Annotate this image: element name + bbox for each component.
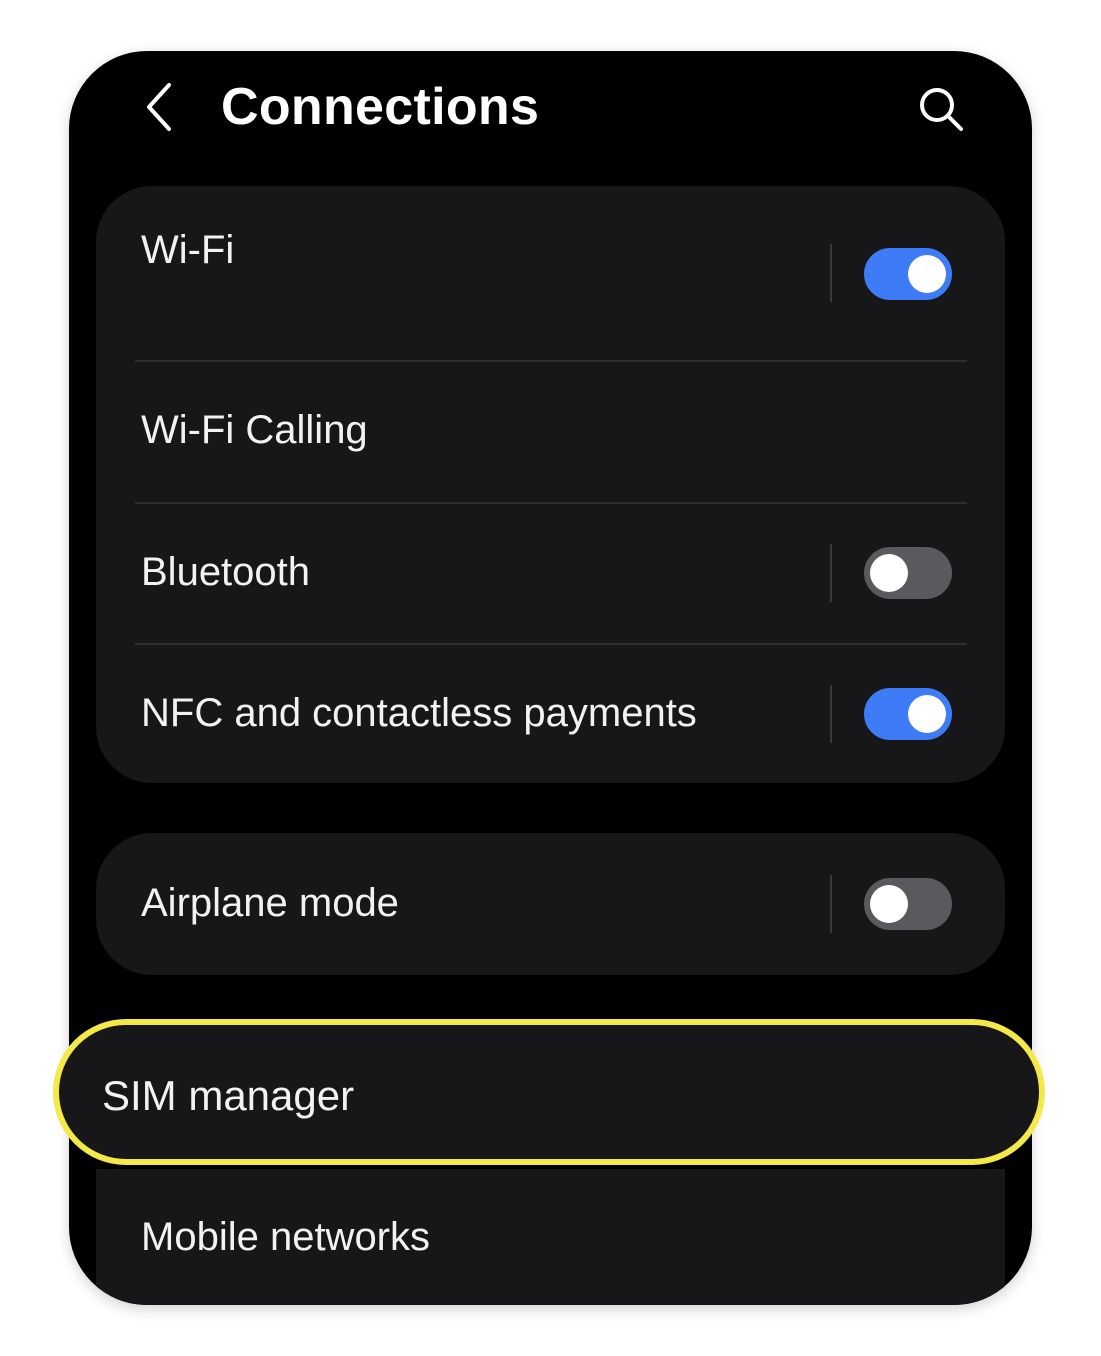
- search-button[interactable]: [911, 79, 971, 139]
- connections-group-primary: Wi-Fi Wi-Fi Calling Bluetooth NFC and co…: [96, 186, 1005, 783]
- back-button[interactable]: [131, 79, 187, 135]
- settings-item-nfc[interactable]: NFC and contactless payments: [96, 645, 1005, 783]
- wifi-toggle[interactable]: [864, 248, 952, 300]
- divider: [830, 544, 832, 602]
- settings-item-airplane-mode[interactable]: Airplane mode: [96, 833, 1005, 975]
- chevron-left-icon: [147, 83, 171, 131]
- page-title: Connections: [221, 78, 540, 136]
- nfc-toggle[interactable]: [864, 688, 952, 740]
- settings-item-label: Bluetooth: [141, 550, 311, 594]
- toggle-knob: [870, 885, 908, 923]
- toggle-knob: [870, 554, 908, 592]
- settings-item-sim-manager[interactable]: SIM manager: [53, 1019, 1045, 1165]
- divider: [830, 685, 832, 743]
- bluetooth-toggle[interactable]: [864, 547, 952, 599]
- divider: [830, 244, 832, 302]
- top-app-bar: Connections: [69, 51, 1032, 171]
- settings-item-label: Wi-Fi Calling: [141, 408, 368, 452]
- settings-item-wifi-calling[interactable]: Wi-Fi Calling: [96, 362, 1005, 502]
- toggle-knob: [908, 255, 946, 293]
- divider: [830, 875, 832, 933]
- settings-item-label: SIM manager: [102, 1072, 355, 1119]
- search-icon: [920, 88, 963, 131]
- connections-group-mobile: Mobile networks: [96, 1169, 1005, 1305]
- toggle-knob: [908, 695, 946, 733]
- settings-item-label: Mobile networks: [141, 1215, 431, 1259]
- settings-item-mobile-networks[interactable]: Mobile networks: [96, 1169, 1005, 1305]
- connections-group-airplane: Airplane mode: [96, 833, 1005, 975]
- settings-item-label: Airplane mode: [141, 881, 399, 925]
- settings-item-bluetooth[interactable]: Bluetooth: [96, 504, 1005, 644]
- settings-item-wifi[interactable]: Wi-Fi: [96, 186, 1005, 360]
- airplane-mode-toggle[interactable]: [864, 878, 952, 930]
- settings-item-label: NFC and contactless payments: [141, 691, 697, 735]
- settings-item-label: Wi-Fi: [141, 228, 235, 272]
